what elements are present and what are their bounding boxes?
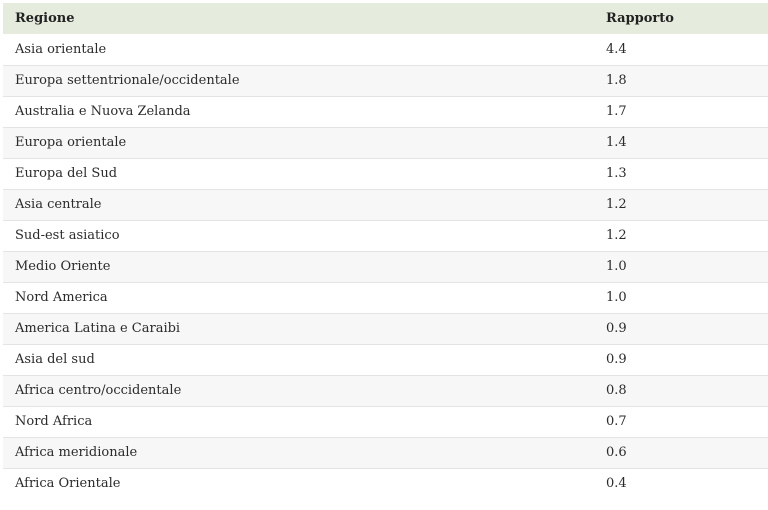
ratio-cell: 1.3 [594,157,768,189]
table-header: Regione Rapporto [3,3,768,34]
ratio-cell: 1.0 [594,281,768,313]
table-row: Australia e Nuova Zelanda 1.7 [3,95,768,127]
region-cell: Africa centro/occidentale [3,374,594,406]
table-row: Europa settentrionale/occidentale 1.8 [3,64,768,96]
table-row: Medio Oriente 1.0 [3,250,768,282]
table-row: Nord Africa 0.7 [3,405,768,437]
table-row: Asia del sud 0.9 [3,343,768,375]
ratio-cell: 1.4 [594,126,768,158]
ratio-cell: 0.9 [594,312,768,344]
region-cell: Europa del Sud [3,157,594,189]
ratio-cell: 4.4 [606,41,627,57]
table-row: Asia centrale 1.2 [3,188,768,220]
table-row: Asia orientale 4.4 [3,34,768,65]
table-row: Africa meridionale 0.6 [3,436,768,468]
region-cell: Medio Oriente [3,250,594,282]
ratio-cell: 1.2 [594,219,768,251]
table-row: America Latina e Caraibi 0.9 [3,312,768,344]
ratio-cell: 1.0 [594,250,768,282]
region-cell: Sud-est asiatico [3,219,594,251]
table-row: Europa orientale 1.4 [3,126,768,158]
ratio-cell: 1.2 [594,188,768,220]
table-row: Nord America 1.0 [3,281,768,313]
region-cell: Africa Orientale [3,467,594,499]
ratio-cell: 1.8 [594,64,768,96]
region-cell: Africa meridionale [3,436,594,468]
region-cell: Europa settentrionale/occidentale [3,64,594,96]
header-row: Regione Rapporto [3,3,768,34]
region-cell: Asia orientale [15,41,107,57]
ratio-cell: 0.6 [594,436,768,468]
column-header-regione: Regione [15,11,75,26]
ratio-cell: 1.7 [594,95,768,127]
ratio-cell: 0.9 [594,343,768,375]
ratio-cell: 0.8 [594,374,768,406]
table-body: Asia orientale 4.4 Europa settentrionale/o… [3,34,768,499]
region-cell: Australia e Nuova Zelanda [3,95,594,127]
region-cell: Asia del sud [3,343,594,375]
table-row: Europa del Sud 1.3 [3,157,768,189]
table-row: Africa Orientale 0.4 [3,467,768,499]
table-row: Africa centro/occidentale 0.8 [3,374,768,406]
region-cell: Nord America [3,281,594,313]
ratio-cell: 0.7 [594,405,768,437]
region-cell: Nord Africa [3,405,594,437]
region-ratio-table: Regione Rapporto Asia orientale 4.4 Europa… [3,3,768,499]
region-ratio-table-container: Regione Rapporto Asia orientale 4.4 Europa… [3,3,768,499]
ratio-cell: 0.4 [594,467,768,499]
region-cell: America Latina e Caraibi [3,312,594,344]
region-cell: Asia centrale [3,188,594,220]
table-row: Sud-est asiatico 1.2 [3,219,768,251]
region-cell: Europa orientale [3,126,594,158]
column-header-rapporto: Rapporto [606,11,674,26]
